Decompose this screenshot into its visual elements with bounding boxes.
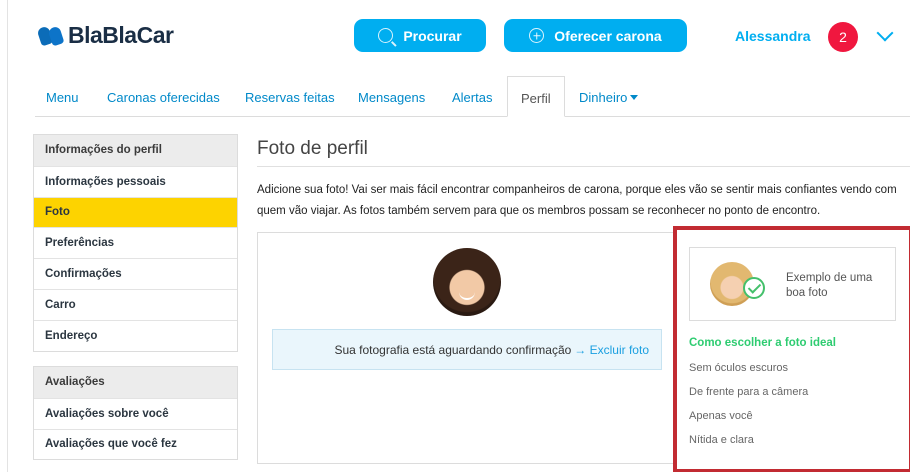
tab-alerts[interactable]: Alertas bbox=[452, 90, 492, 105]
current-photo-panel: Sua fotografia está aguardando confirmaç… bbox=[257, 232, 677, 464]
profile-tab-bar: Menu Caronas oferecidas Reservas feitas … bbox=[35, 76, 910, 117]
tab-menu[interactable]: Menu bbox=[46, 90, 79, 105]
page-title: Foto de perfil bbox=[257, 138, 368, 159]
profile-photo bbox=[433, 248, 501, 316]
highlight-annotation-box bbox=[673, 226, 910, 472]
plus-icon bbox=[529, 28, 545, 43]
tab-money[interactable]: Dinheiro bbox=[579, 90, 639, 105]
sidebar-ratings-group: Avaliações Avaliações sobre você Avaliaç… bbox=[33, 366, 238, 461]
search-button[interactable]: Procurar bbox=[354, 19, 486, 52]
chevron-down-icon[interactable] bbox=[876, 24, 894, 42]
caret-down-icon bbox=[630, 95, 639, 100]
user-name-link[interactable]: Alessandra bbox=[735, 28, 810, 44]
tab-messages[interactable]: Mensagens bbox=[358, 90, 425, 105]
sidebar-item-address[interactable]: Endereço bbox=[34, 319, 237, 351]
intro-text: Adicione sua foto! Vai ser mais fácil en… bbox=[257, 184, 897, 217]
sidebar-heading-profile-info: Informações do perfil bbox=[34, 135, 237, 166]
page-left-border bbox=[7, 0, 8, 472]
sidebar-item-ratings-received[interactable]: Avaliações sobre você bbox=[34, 397, 237, 429]
sidebar-item-preferences[interactable]: Preferências bbox=[34, 227, 237, 258]
sidebar-heading-ratings: Avaliações bbox=[34, 367, 237, 398]
notification-badge[interactable]: 2 bbox=[828, 22, 858, 52]
sidebar-item-verifications[interactable]: Confirmações bbox=[34, 258, 237, 289]
tab-bookings[interactable]: Reservas feitas bbox=[245, 90, 335, 105]
offer-ride-button[interactable]: Oferecer carona bbox=[504, 19, 687, 52]
tab-profile[interactable]: Perfil bbox=[507, 76, 565, 117]
sidebar-item-ratings-given[interactable]: Avaliações que você fez bbox=[34, 428, 237, 460]
logo-text: BlaBlaCar bbox=[68, 22, 174, 48]
sidebar-item-car[interactable]: Carro bbox=[34, 288, 237, 320]
search-button-label: Procurar bbox=[403, 27, 462, 44]
search-icon bbox=[378, 28, 394, 43]
tab-rides-offered[interactable]: Caronas oferecidas bbox=[107, 90, 220, 105]
photo-status-box: Sua fotografia está aguardando confirmaç… bbox=[272, 329, 662, 370]
offer-ride-button-label: Oferecer carona bbox=[554, 27, 662, 44]
sidebar-item-personal-info[interactable]: Informações pessoais bbox=[34, 165, 237, 197]
blablacar-logo[interactable]: BlaBlaCar bbox=[36, 22, 174, 49]
sidebar-item-photo[interactable]: Foto bbox=[34, 196, 237, 228]
tab-money-label: Dinheiro bbox=[579, 90, 628, 105]
photo-status-text: Sua fotografia está aguardando confirmaç… bbox=[334, 342, 572, 357]
logo-icon bbox=[36, 25, 65, 46]
title-divider bbox=[257, 166, 910, 167]
sidebar-profile-group: Informações do perfil Informações pessoa… bbox=[33, 134, 238, 352]
delete-photo-link[interactable]: → Excluir foto bbox=[574, 343, 649, 357]
